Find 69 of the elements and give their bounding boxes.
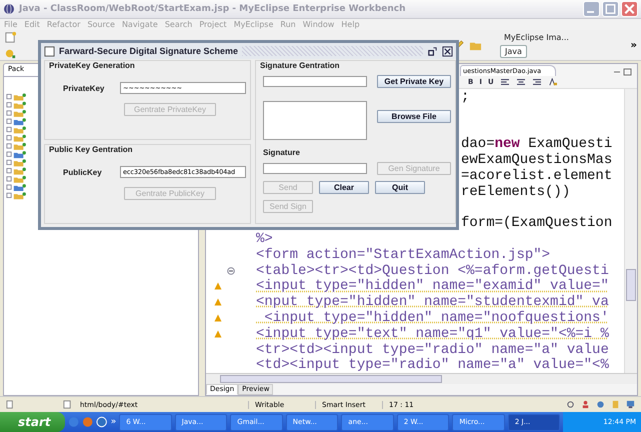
- menu-item[interactable]: Edit: [24, 20, 40, 30]
- signature-field[interactable]: [263, 163, 367, 174]
- field-label: PublicKey: [62, 168, 103, 176]
- code-line: ewExamQuestionsMas: [461, 152, 612, 168]
- menu-item[interactable]: Window: [302, 20, 334, 30]
- code-line: <input type="text" name="q1" value="<%=i %: [256, 326, 609, 342]
- minimize-button[interactable]: [583, 0, 600, 17]
- field-label: Signature: [262, 148, 301, 157]
- get-private-key-button[interactable]: Get Private Key: [377, 75, 451, 88]
- window-icon: [44, 46, 55, 56]
- align-center-icon[interactable]: [516, 78, 526, 86]
- code-line: form=(ExamQuestion: [461, 215, 612, 232]
- document-icon: [63, 400, 72, 410]
- maximize-button[interactable]: [602, 0, 619, 17]
- code-line: reElements()): [461, 184, 570, 200]
- code-line: %>: [256, 231, 273, 247]
- close-button[interactable]: [621, 0, 638, 17]
- field-label: PrivateKey: [62, 84, 106, 92]
- restore-icon[interactable]: [427, 46, 438, 56]
- code-line: <table><tr><td>Question <%=aform.getQuesti: [256, 262, 609, 279]
- window-title: Java - ClassRoom/WebRoot/StartExam.jsp - MyEclipse Enterprise Workbench: [19, 4, 407, 14]
- menu-item[interactable]: MyEclipse: [234, 20, 274, 30]
- perspective-button[interactable]: Java: [500, 45, 527, 58]
- group-title: Public Key Gentration: [49, 145, 134, 154]
- maximize-icon: [603, 2, 618, 16]
- code-line: ;: [461, 88, 470, 105]
- menu-item[interactable]: Run: [280, 20, 296, 30]
- menu-item[interactable]: Search: [164, 20, 192, 30]
- group-title: Signature Gentration: [260, 61, 341, 70]
- code-line: <input type="hidden" name="noofquestions': [263, 310, 609, 326]
- vertical-scrollbar[interactable]: [624, 88, 637, 374]
- action-button[interactable]: Clear: [319, 181, 369, 194]
- menu-item[interactable]: Refactor: [46, 20, 80, 30]
- toolbar-overflow-button[interactable]: »: [630, 40, 637, 51]
- start-button[interactable]: start: [0, 412, 65, 432]
- file-content-area[interactable]: [263, 101, 367, 140]
- code-line: =acorelist.element: [461, 168, 612, 184]
- browse-file-button[interactable]: Browse File: [377, 110, 451, 123]
- align-right-icon[interactable]: [532, 78, 542, 86]
- code-line: <td><input type="radio" name="a" value="<%: [256, 357, 609, 374]
- dialog-title: Farward-Secure Digital Signature Scheme: [59, 46, 238, 56]
- menu-item[interactable]: Help: [341, 20, 360, 30]
- new-file-icon[interactable]: [4, 30, 17, 44]
- collapse-icon[interactable]: [227, 266, 235, 275]
- font-color-icon[interactable]: [548, 78, 558, 86]
- menu-item[interactable]: Project: [199, 20, 227, 30]
- horizontal-scrollbar[interactable]: [206, 373, 637, 384]
- quick-launch-overflow[interactable]: »: [110, 417, 116, 427]
- new-icon: [6, 400, 15, 410]
- code-line: dao=new ExamQuesti: [461, 136, 612, 152]
- person-icon[interactable]: [581, 400, 590, 410]
- code-line: <tr><td><input type="radio" name="a" value: [256, 342, 609, 358]
- browser-icon[interactable]: [96, 416, 108, 428]
- minimize-icon: [587, 10, 594, 13]
- code-line: <form action="StartExamAction.jsp">: [256, 246, 550, 263]
- menu-item[interactable]: Navigate: [122, 20, 158, 30]
- align-left-icon[interactable]: [500, 78, 510, 86]
- menu-item[interactable]: Source: [87, 20, 115, 30]
- minimize-view-icon[interactable]: [613, 68, 633, 76]
- perspective-button[interactable]: MyEclipse Ima...: [500, 32, 573, 44]
- private-key-field[interactable]: [263, 76, 367, 87]
- monitor-icon[interactable]: [626, 400, 635, 410]
- close-icon: [622, 2, 637, 16]
- menu-item[interactable]: File: [4, 20, 18, 30]
- close-icon[interactable]: [442, 46, 453, 56]
- action-button[interactable]: Quit: [375, 181, 425, 194]
- clipboard-icon[interactable]: [611, 400, 620, 410]
- code-line: <nput type="hidden" name="studentexmid" va: [256, 294, 609, 310]
- code-line: <input type="hidden" name="examid" value=": [256, 278, 609, 294]
